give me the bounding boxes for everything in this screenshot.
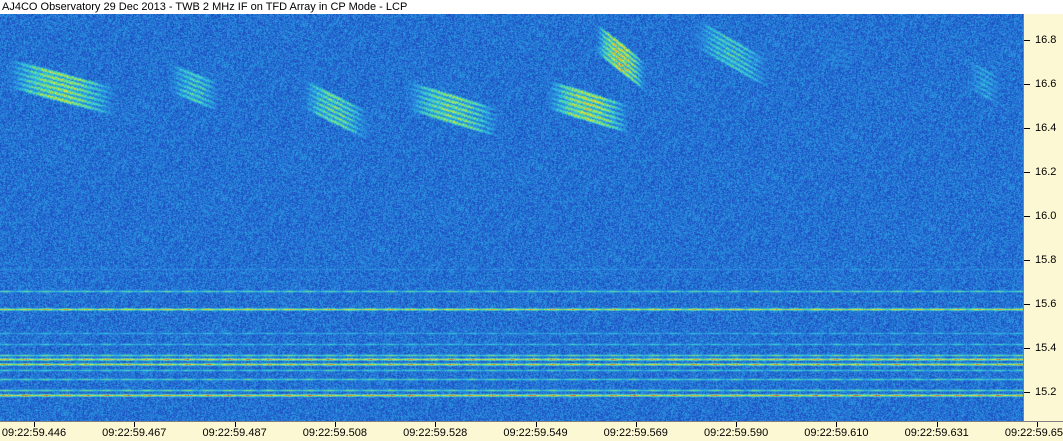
x-tick-label: 09:22:59.651 (1004, 427, 1063, 439)
x-axis-time: 09:22:59.446 09:22:59.467 09:22:59.487 09:2… (0, 421, 1063, 441)
y-tick (1024, 128, 1030, 130)
x-tick-label: 09:22:59.590 (703, 427, 769, 439)
chart-title: AJ4CO Observatory 29 Dec 2013 - TWB 2 MH… (2, 1, 408, 13)
x-tick-label: 09:22:59.467 (102, 427, 167, 439)
y-tick-label: 15.2 (1035, 386, 1057, 399)
x-tick-label: 09:22:59.610 (804, 427, 869, 439)
y-axis-frequency: 15.2 15.4 15.6 15.8 16.0 16.2 16.4 16.6 16.8 (1023, 14, 1063, 421)
y-tick-label: 15.8 (1035, 254, 1057, 267)
y-tick-label: 16.4 (1035, 122, 1057, 135)
y-tick-label: 15.4 (1035, 342, 1057, 355)
y-tick-label: 16.0 (1035, 210, 1057, 223)
spectrogram-heatmap (0, 14, 1023, 421)
y-tick (1024, 304, 1030, 306)
x-tick-label: 09:22:59.446 (1, 427, 67, 439)
y-tick (1024, 348, 1030, 350)
x-tick-label: 09:22:59.487 (202, 427, 267, 439)
y-tick (1024, 172, 1030, 174)
x-tick-label: 09:22:59.631 (904, 427, 969, 439)
y-tick (1024, 84, 1030, 86)
y-tick-label: 16.2 (1035, 166, 1057, 179)
x-tick-label: 09:22:59.569 (603, 427, 668, 439)
y-tick (1024, 260, 1030, 262)
y-tick-label: 15.6 (1035, 298, 1057, 311)
y-tick-label: 16.6 (1035, 78, 1057, 91)
spectrogram-plot-area (0, 14, 1023, 421)
x-tick-label: 09:22:59.528 (403, 427, 468, 439)
y-tick (1024, 216, 1030, 218)
y-tick (1024, 40, 1030, 42)
x-tick-label: 09:22:59.508 (302, 427, 368, 439)
x-tick-label: 09:22:59.549 (503, 427, 568, 439)
y-tick (1024, 392, 1030, 394)
chart-window: AJ4CO Observatory 29 Dec 2013 - TWB 2 MH… (0, 0, 1063, 441)
y-tick-label: 16.8 (1035, 34, 1057, 47)
